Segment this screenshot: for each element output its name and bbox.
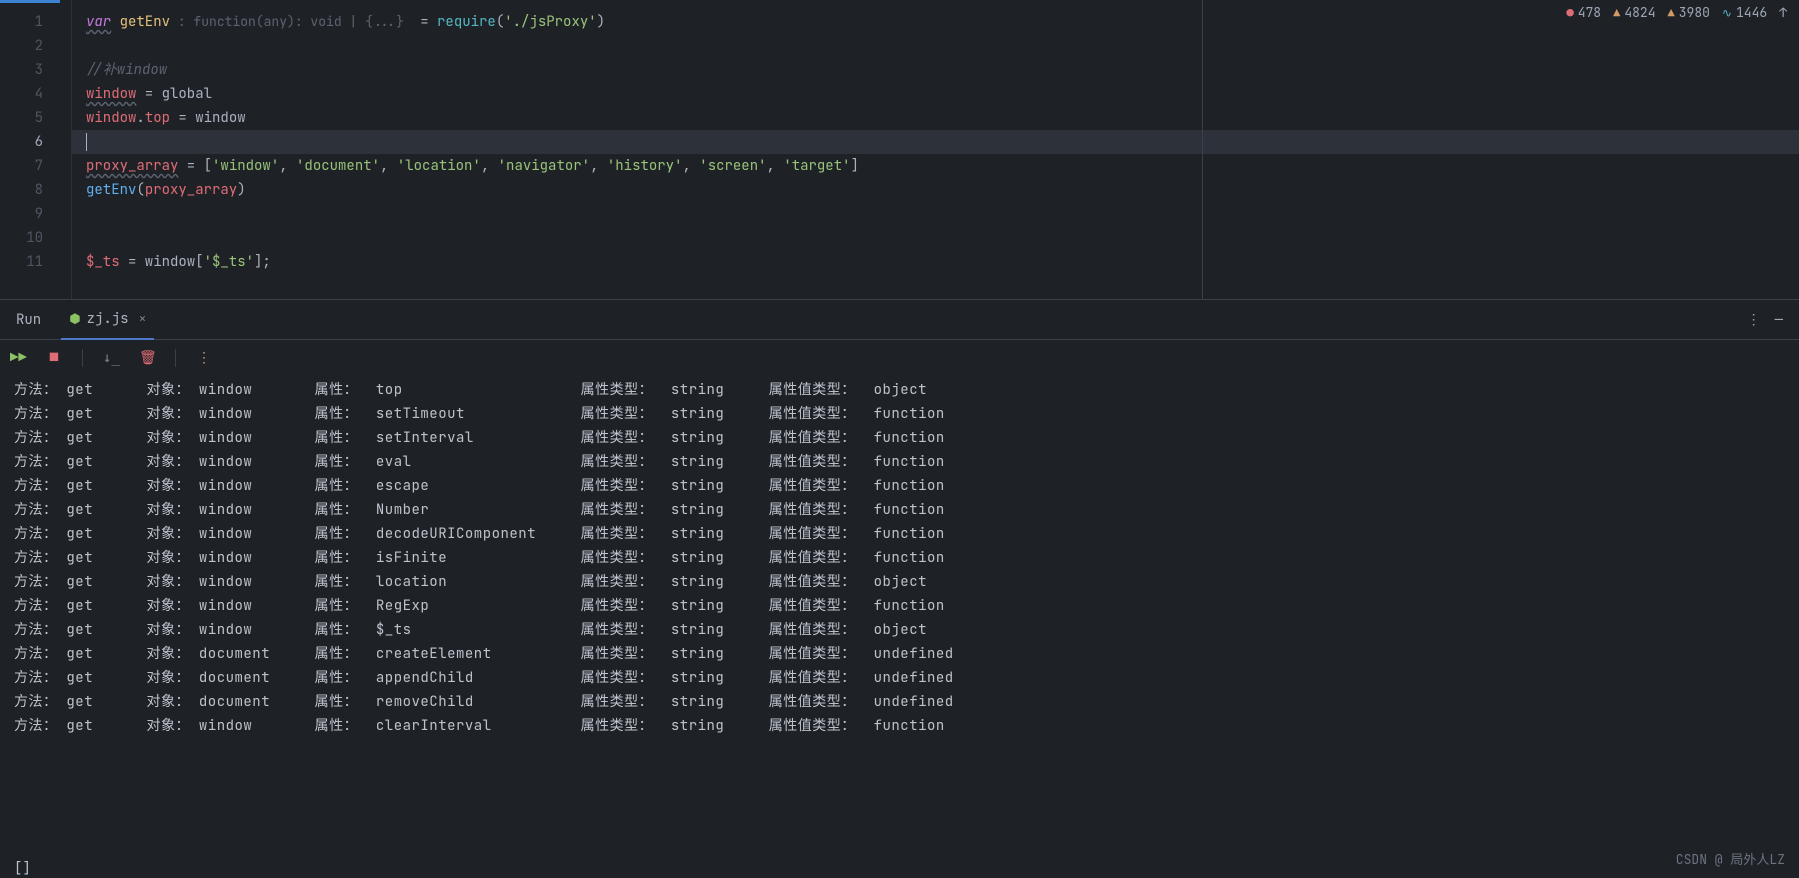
code-line[interactable] (72, 202, 1799, 226)
error-count[interactable]: ●478 (1567, 4, 1602, 21)
console-line: 方法： get 对象： window 属性： isFinite 属性类型： st… (14, 546, 1785, 570)
line-number[interactable]: 7 (0, 154, 71, 178)
code-line[interactable] (72, 226, 1799, 250)
weak-warning-count[interactable]: ∿1446 (1722, 4, 1767, 21)
warning-count[interactable]: ▲4824 (1613, 4, 1655, 21)
console-line: 方法： get 对象： window 属性： clearInterval 属性类… (14, 714, 1785, 738)
console-output[interactable]: 方法： get 对象： window 属性： top 属性类型： string … (0, 376, 1799, 860)
scroll-down-icon[interactable]: ↓̲ (103, 349, 119, 367)
watermark: CSDN @ 局外人LZ (1676, 849, 1785, 868)
console-line: 方法： get 对象： document 属性： createElement 属… (14, 642, 1785, 666)
run-tabs: Run ⬢ zj.js × ⋮ — (0, 300, 1799, 340)
line-number[interactable]: 4 (0, 82, 71, 106)
console-line: 方法： get 对象： window 属性： setTimeout 属性类型： … (14, 402, 1785, 426)
more-icon[interactable]: ⋮ (1747, 311, 1761, 329)
error-icon: ● (1567, 5, 1574, 21)
code-line[interactable]: getEnv(proxy_array) (72, 178, 1799, 202)
warning-icon: ▲ (1613, 5, 1620, 21)
run-tool-label[interactable]: Run (16, 311, 41, 329)
inspection-status: ●478 ▲4824 ▲3980 ∿1446 ↑ (1567, 4, 1788, 21)
line-number[interactable]: 2 (0, 34, 71, 58)
line-number[interactable]: 6 (0, 130, 71, 154)
line-number[interactable]: 1 (0, 10, 71, 34)
code-area[interactable]: var getEnv : function(any): void | {...}… (72, 0, 1799, 299)
code-line[interactable]: window.top = window (72, 106, 1799, 130)
more-options-icon[interactable]: ⋮ (196, 349, 212, 367)
line-number[interactable]: 10 (0, 226, 71, 250)
divider (175, 349, 176, 367)
console-line: 方法： get 对象： window 属性： $_ts 属性类型： string… (14, 618, 1785, 642)
nodejs-icon: ⬢ (69, 310, 80, 327)
console-line: 方法： get 对象： window 属性： top 属性类型： string … (14, 378, 1785, 402)
code-line[interactable]: window = global (72, 82, 1799, 106)
editor-right-margin (1202, 0, 1203, 299)
progress-indicator (0, 0, 60, 3)
weak-warning-icon: ∿ (1722, 5, 1732, 21)
run-toolbar: ▶▶ ■ ↓̲ 🗑 ⋮ (0, 340, 1799, 376)
trash-icon[interactable]: 🗑 (139, 349, 155, 367)
console-line: 方法： get 对象： document 属性： removeChild 属性类… (14, 690, 1785, 714)
console-line: 方法： get 对象： window 属性： location 属性类型： st… (14, 570, 1785, 594)
divider (82, 349, 83, 367)
editor-pane: 1 2 3 4 5 6 7 8 9 10 11 var getEnv : fun… (0, 0, 1799, 300)
code-line[interactable]: var getEnv : function(any): void | {...}… (72, 10, 1799, 34)
code-line[interactable]: $_ts = window['$_ts']; (72, 250, 1799, 274)
console-line: 方法： get 对象： window 属性： escape 属性类型： stri… (14, 474, 1785, 498)
line-number[interactable]: 9 (0, 202, 71, 226)
run-tab-active[interactable]: ⬢ zj.js × (61, 300, 154, 340)
line-number[interactable]: 5 (0, 106, 71, 130)
console-line: 方法： get 对象： window 属性： RegExp 属性类型： stri… (14, 594, 1785, 618)
rerun-icon[interactable]: ▶▶ (10, 349, 26, 367)
code-line[interactable]: //补window (72, 58, 1799, 82)
close-icon[interactable]: × (139, 310, 147, 327)
run-panel: Run ⬢ zj.js × ⋮ — ▶▶ ■ ↓̲ 🗑 ⋮ 方法： get 对象… (0, 300, 1799, 878)
warning-count-2[interactable]: ▲3980 (1668, 4, 1710, 21)
console-line: 方法： get 对象： window 属性： decodeURIComponen… (14, 522, 1785, 546)
line-number[interactable]: 3 (0, 58, 71, 82)
console-line: 方法： get 对象： document 属性： appendChild 属性类… (14, 666, 1785, 690)
warning-icon: ▲ (1668, 5, 1675, 21)
cursor (86, 133, 87, 151)
line-number[interactable]: 8 (0, 178, 71, 202)
line-gutter: 1 2 3 4 5 6 7 8 9 10 11 (0, 0, 72, 299)
console-pending-bracket: [] (0, 860, 1799, 878)
code-line[interactable]: proxy_array = ['window', 'document', 'lo… (72, 154, 1799, 178)
console-line: 方法： get 对象： window 属性： setInterval 属性类型：… (14, 426, 1785, 450)
code-line-current[interactable] (72, 130, 1799, 154)
scroll-up-icon[interactable]: ↑ (1779, 4, 1787, 21)
console-line: 方法： get 对象： window 属性： Number 属性类型： stri… (14, 498, 1785, 522)
console-line: 方法： get 对象： window 属性： eval 属性类型： string… (14, 450, 1785, 474)
code-line[interactable] (72, 34, 1799, 58)
line-number[interactable]: 11 (0, 250, 71, 274)
minimize-icon[interactable]: — (1775, 311, 1783, 329)
stop-icon[interactable]: ■ (46, 349, 62, 367)
run-tab-name: zj.js (87, 310, 129, 328)
